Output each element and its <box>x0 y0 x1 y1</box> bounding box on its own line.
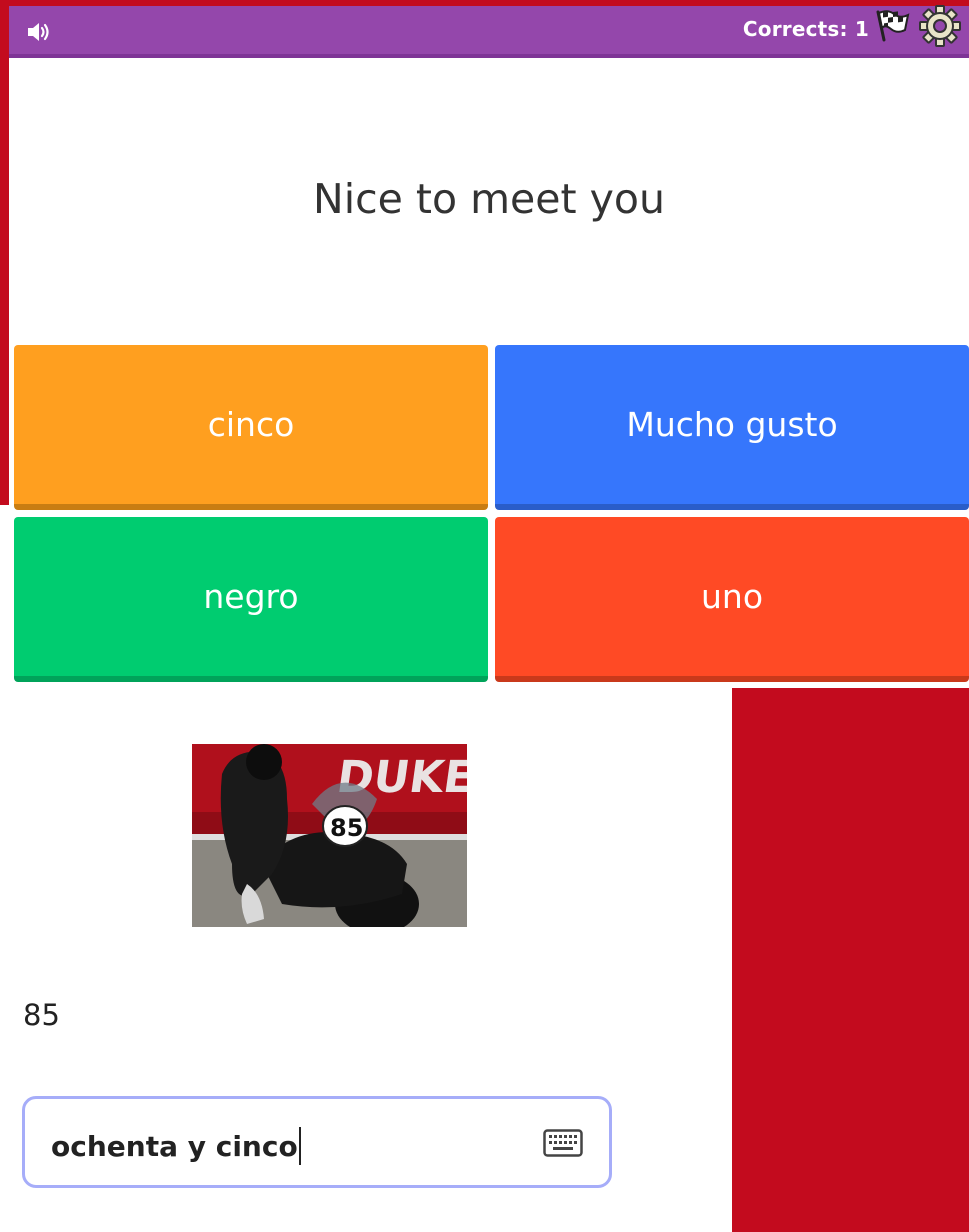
answer-input[interactable]: ochenta y cinco <box>22 1096 612 1188</box>
answer-option-2[interactable]: Mucho gusto <box>495 345 969 510</box>
text-caret <box>298 1127 301 1165</box>
keyboard-icon[interactable] <box>543 1129 583 1157</box>
corrects-value: 1 <box>854 17 869 41</box>
red-border-left <box>0 0 9 505</box>
motorcycle-photo: DUKE 85 <box>192 744 467 927</box>
red-panel-right <box>732 688 969 1232</box>
top-bar: Corrects: 1 <box>9 6 969 58</box>
answer-option-4[interactable]: uno <box>495 517 969 682</box>
number-text: 85 <box>23 998 60 1032</box>
answer-label: negro <box>203 577 299 616</box>
photo-number: 85 <box>330 814 363 842</box>
answer-label: Mucho gusto <box>626 405 838 444</box>
answer-label: cinco <box>207 405 295 444</box>
answer-input-text: ochenta y cinco <box>51 1127 301 1165</box>
question-prompt: Nice to meet you <box>313 175 665 223</box>
answer-input-value: ochenta y cinco <box>51 1129 298 1163</box>
answer-option-1[interactable]: cinco <box>14 345 488 510</box>
speaker-icon[interactable] <box>25 20 53 44</box>
corrects-label: Corrects: <box>742 17 848 41</box>
answer-option-3[interactable]: negro <box>14 517 488 682</box>
corrects-counter: Corrects: 1 <box>743 17 869 41</box>
checkered-flag-icon[interactable] <box>872 6 912 44</box>
answer-label: uno <box>700 577 764 616</box>
gear-icon[interactable] <box>918 4 962 48</box>
